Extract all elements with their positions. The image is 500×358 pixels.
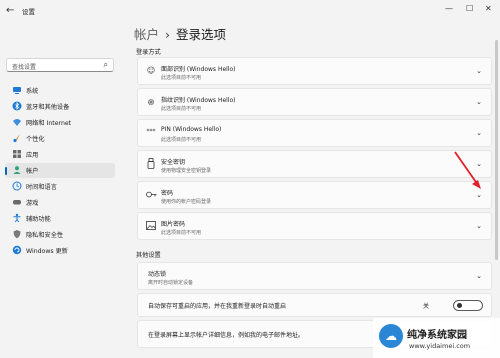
annotation-arrow-icon [454, 151, 481, 189]
watermark: ☁ 纯净系统家园 www.yidaimei.com [373, 318, 500, 358]
watermark-logo-icon: ☁ [379, 324, 403, 348]
watermark-title: 纯净系统家园 [407, 330, 467, 341]
watermark-url: www.yidaimei.com [409, 342, 471, 350]
